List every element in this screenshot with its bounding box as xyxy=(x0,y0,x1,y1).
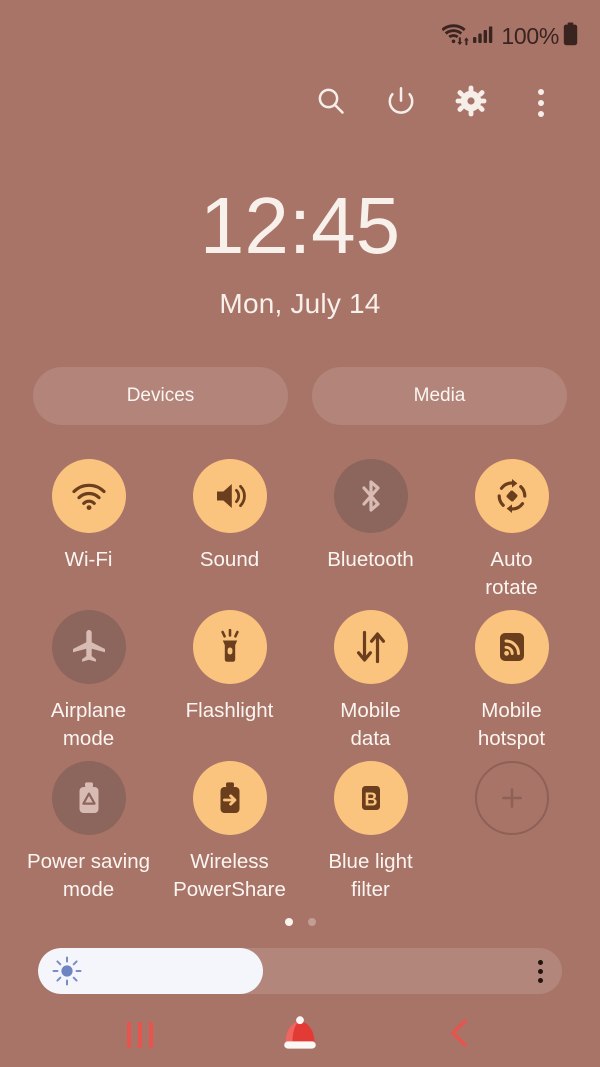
settings-button[interactable] xyxy=(450,82,492,124)
santa-hat-icon xyxy=(278,1011,322,1060)
status-icon-group: 100% xyxy=(441,22,578,51)
quick-settings-tile-label: Wireless PowerShare xyxy=(173,850,286,902)
quick-settings-tile-label: Power saving mode xyxy=(26,850,151,902)
quick-settings-tile-label: Auto rotate xyxy=(485,548,538,600)
speaker-icon xyxy=(192,459,267,533)
gear-icon xyxy=(455,85,487,122)
quick-settings-grid: Wi-Fi Sound Bluetooth Auto rotate Airplane mod… xyxy=(0,459,600,904)
plus-icon xyxy=(474,761,549,836)
quick-settings-tile-wi-fi[interactable]: Wi-Fi xyxy=(18,459,159,602)
power-button[interactable] xyxy=(380,82,422,124)
quick-settings-tile-label: Wi-Fi xyxy=(64,548,113,571)
quick-settings-tile-bluetooth[interactable]: Bluetooth xyxy=(300,459,441,602)
blue-light-icon: B xyxy=(333,761,408,836)
auto-rotate-icon xyxy=(474,459,549,533)
quick-settings-tile-label: Bluetooth xyxy=(327,548,414,571)
hotspot-icon xyxy=(474,610,549,685)
devices-button[interactable]: Devices xyxy=(33,367,288,425)
svg-text:B: B xyxy=(364,790,377,810)
battery-full-icon xyxy=(563,22,578,51)
overflow-menu-icon xyxy=(538,89,544,117)
quick-settings-toolbar xyxy=(0,72,600,134)
wifi-icon xyxy=(51,459,126,533)
status-bar: 100% xyxy=(0,0,600,72)
brightness-slider[interactable] xyxy=(38,948,562,995)
clock-widget[interactable]: 12:45 Mon, July 14 xyxy=(0,186,600,320)
shortcut-buttons: Devices Media xyxy=(0,367,600,425)
flashlight-icon xyxy=(192,610,267,685)
airplane-icon xyxy=(51,610,126,685)
back-button[interactable] xyxy=(428,1010,492,1060)
power-share-icon xyxy=(192,761,267,836)
more-options-button[interactable] xyxy=(520,82,562,124)
recents-icon xyxy=(127,1022,153,1048)
page-indicator xyxy=(0,918,600,927)
cellular-signal-icon xyxy=(472,23,494,50)
quick-settings-tile-label: Blue light filter xyxy=(328,850,413,902)
back-chevron-icon xyxy=(446,1018,474,1053)
quick-settings-tile-power-saving-mode[interactable]: Power saving mode xyxy=(18,761,159,904)
wifi-transfer-icon xyxy=(441,22,470,51)
page-dot xyxy=(284,918,293,927)
quick-settings-tile-mobile-hotspot[interactable]: Mobile hotspot xyxy=(441,610,582,753)
power-icon xyxy=(385,85,417,122)
quick-settings-tile-label: Airplane mode xyxy=(50,699,127,751)
home-button[interactable] xyxy=(268,1010,332,1060)
clock-date: Mon, July 14 xyxy=(219,288,381,319)
data-transfer-icon xyxy=(333,610,408,685)
quick-settings-tile-mobile-data[interactable]: Mobile data xyxy=(300,610,441,753)
recents-button[interactable] xyxy=(108,1010,172,1060)
quick-settings-tile-airplane-mode[interactable]: Airplane mode xyxy=(18,610,159,753)
quick-settings-tile-label: Mobile data xyxy=(340,699,401,751)
page-dot xyxy=(307,918,316,927)
brightness-options-button[interactable] xyxy=(538,948,543,994)
quick-settings-tile-label: Mobile hotspot xyxy=(477,699,546,751)
quick-settings-tile-label: Flashlight xyxy=(185,699,274,723)
brightness-sun-icon xyxy=(52,956,82,986)
quick-settings-tile-label: Sound xyxy=(199,548,260,571)
navigation-bar xyxy=(0,1003,600,1067)
quick-settings-tile-blue-light-filter[interactable]: B Blue light filter xyxy=(300,761,441,904)
search-button[interactable] xyxy=(310,82,352,124)
power-saving-icon xyxy=(51,761,126,836)
brightness-section xyxy=(0,948,600,995)
quick-settings-tile-wireless-powershare[interactable]: Wireless PowerShare xyxy=(159,761,300,904)
quick-settings-tile-sound[interactable]: Sound xyxy=(159,459,300,602)
quick-settings-tile-flashlight[interactable]: Flashlight xyxy=(159,610,300,753)
media-button[interactable]: Media xyxy=(312,367,567,425)
quick-settings-panel: 100% 12:45 Mon, July 14 Devices Media Wi… xyxy=(0,0,600,1067)
battery-percent-label: 100% xyxy=(501,22,559,49)
bluetooth-icon xyxy=(333,459,408,533)
quick-settings-tile-auto-rotate[interactable]: Auto rotate xyxy=(441,459,582,602)
clock-time: 12:45 xyxy=(199,181,401,270)
quick-settings-tile-add[interactable] xyxy=(441,761,582,904)
search-icon xyxy=(315,85,347,122)
